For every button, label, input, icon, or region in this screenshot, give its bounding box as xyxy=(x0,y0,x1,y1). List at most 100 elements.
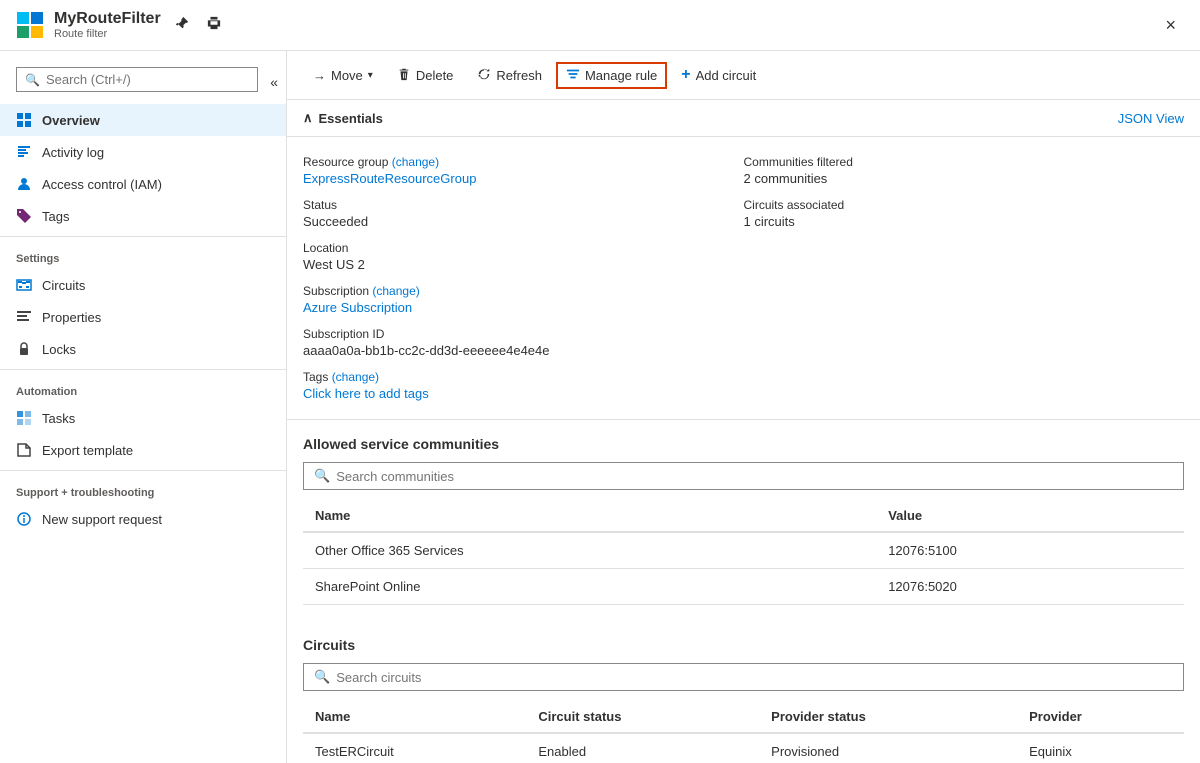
refresh-icon xyxy=(477,67,491,84)
resource-type: Route filter xyxy=(54,28,161,40)
search-icon: 🔍 xyxy=(25,73,40,87)
essentials-left-col: Resource group (change) ExpressRouteReso… xyxy=(303,149,744,407)
sidebar-divider-settings xyxy=(0,236,286,237)
essentials-circuits-associated: Circuits associated 1 circuits xyxy=(744,192,1185,235)
communities-filtered-value: 2 communities xyxy=(744,171,1185,186)
circuits-title: Circuits xyxy=(303,637,1184,653)
essentials-status: Status Succeeded xyxy=(303,192,724,235)
close-button[interactable]: × xyxy=(1157,11,1184,40)
manage-rule-icon xyxy=(566,67,580,84)
tags-icon xyxy=(16,208,32,224)
circuits-col-name: Name xyxy=(303,701,526,733)
essentials-grid: Resource group (change) ExpressRouteReso… xyxy=(287,137,1200,420)
essentials-collapse-icon[interactable]: ∧ xyxy=(303,110,313,126)
json-view-link[interactable]: JSON View xyxy=(1118,111,1184,126)
locks-icon xyxy=(16,341,32,357)
resource-name: MyRouteFilter xyxy=(54,10,161,28)
tags-change-link[interactable]: (change) xyxy=(332,370,379,384)
resource-group-value[interactable]: ExpressRouteResourceGroup xyxy=(303,171,476,186)
access-control-icon xyxy=(16,176,32,192)
print-button[interactable] xyxy=(203,12,225,39)
table-row: SharePoint Online 12076:5020 xyxy=(303,569,1184,605)
circuits-col-provider-status: Provider status xyxy=(759,701,1017,733)
sidebar-item-label: Export template xyxy=(42,443,133,458)
search-communities-box[interactable]: 🔍 xyxy=(303,462,1184,490)
title-bar: MyRouteFilter Route filter × xyxy=(0,0,1200,51)
search-circuits-box[interactable]: 🔍 xyxy=(303,663,1184,691)
sidebar-item-tags[interactable]: Tags xyxy=(0,200,286,232)
resource-group-change-link[interactable]: (change) xyxy=(392,155,439,169)
sidebar-item-label: Tasks xyxy=(42,411,75,426)
communities-col-name: Name xyxy=(303,500,876,532)
add-circuit-icon: + xyxy=(681,66,690,84)
circuit-provider-1: Equinix xyxy=(1017,733,1184,763)
sidebar-search-box[interactable]: 🔍 xyxy=(16,67,258,92)
title-text: MyRouteFilter Route filter xyxy=(54,10,161,40)
tags-value[interactable]: Click here to add tags xyxy=(303,386,429,401)
circuits-section: Circuits 🔍 Name Circuit status Provider … xyxy=(287,621,1200,763)
circuits-col-circuit-status: Circuit status xyxy=(526,701,759,733)
communities-section: Allowed service communities 🔍 Name Value… xyxy=(287,420,1200,621)
essentials-header: ∧ Essentials JSON View xyxy=(287,100,1200,137)
table-row: Other Office 365 Services 12076:5100 xyxy=(303,532,1184,569)
subscription-id-value: aaaa0a0a-bb1b-cc2c-dd3d-eeeeee4e4e4e xyxy=(303,343,724,358)
essentials-location: Location West US 2 xyxy=(303,235,724,278)
sidebar-item-activity-log[interactable]: Activity log xyxy=(0,136,286,168)
community-name-2: SharePoint Online xyxy=(303,569,876,605)
sidebar-divider-support xyxy=(0,470,286,471)
sidebar-item-circuits[interactable]: Circuits xyxy=(0,269,286,301)
move-button[interactable]: → Move ▾ xyxy=(303,63,383,88)
sidebar-item-label: Properties xyxy=(42,310,101,325)
sidebar-item-export-template[interactable]: Export template xyxy=(0,434,286,466)
communities-title: Allowed service communities xyxy=(303,436,1184,452)
sidebar-item-new-support-request[interactable]: New support request xyxy=(0,503,286,535)
table-row: TestERCircuit Enabled Provisioned Equini… xyxy=(303,733,1184,763)
move-icon: → xyxy=(313,68,326,83)
sidebar-item-locks[interactable]: Locks xyxy=(0,333,286,365)
sidebar-item-overview[interactable]: Overview xyxy=(0,104,286,136)
sidebar-item-access-control[interactable]: Access control (IAM) xyxy=(0,168,286,200)
subscription-change-link[interactable]: (change) xyxy=(372,284,419,298)
support-section-label: Support + troubleshooting xyxy=(0,475,286,503)
essentials-title: ∧ Essentials xyxy=(303,110,383,126)
sidebar-item-label: Overview xyxy=(42,113,100,128)
essentials-subscription-id: Subscription ID aaaa0a0a-bb1b-cc2c-dd3d-… xyxy=(303,321,724,364)
collapse-sidebar-button[interactable]: « xyxy=(270,74,278,90)
manage-rule-button[interactable]: Manage rule xyxy=(556,62,667,89)
essentials-right-col: Communities filtered 2 communities Circu… xyxy=(744,149,1185,407)
pin-button[interactable] xyxy=(171,12,193,39)
sidebar-item-label: Access control (IAM) xyxy=(42,177,162,192)
sidebar-item-tasks[interactable]: Tasks xyxy=(0,402,286,434)
search-input[interactable] xyxy=(46,72,249,87)
communities-table: Name Value Other Office 365 Services 120… xyxy=(303,500,1184,605)
search-circuits-input[interactable] xyxy=(336,670,1173,685)
location-value: West US 2 xyxy=(303,257,724,272)
title-bar-left: MyRouteFilter Route filter xyxy=(16,10,225,40)
search-communities-icon: 🔍 xyxy=(314,468,330,484)
circuits-icon xyxy=(16,277,32,293)
community-name-1: Other Office 365 Services xyxy=(303,532,876,569)
essentials-resource-group: Resource group (change) ExpressRouteReso… xyxy=(303,149,724,192)
circuit-provider-status-1: Provisioned xyxy=(759,733,1017,763)
sidebar-item-label: Circuits xyxy=(42,278,85,293)
sidebar-item-properties[interactable]: Properties xyxy=(0,301,286,333)
sidebar-item-label: New support request xyxy=(42,512,162,527)
app-icon xyxy=(16,11,44,39)
refresh-button[interactable]: Refresh xyxy=(467,62,552,89)
sidebar-item-label: Locks xyxy=(42,342,76,357)
essentials-communities-filtered: Communities filtered 2 communities xyxy=(744,149,1185,192)
add-circuit-button[interactable]: + Add circuit xyxy=(671,61,766,89)
community-value-1: 12076:5100 xyxy=(876,532,1184,569)
sidebar-item-label: Activity log xyxy=(42,145,104,160)
circuit-status-1: Enabled xyxy=(526,733,759,763)
activity-log-icon xyxy=(16,144,32,160)
sidebar-divider-automation xyxy=(0,369,286,370)
subscription-value[interactable]: Azure Subscription xyxy=(303,300,412,315)
community-value-2: 12076:5020 xyxy=(876,569,1184,605)
main-layout: 🔍 « Overview Activity log xyxy=(0,51,1200,763)
circuit-name-1: TestERCircuit xyxy=(303,733,526,763)
delete-button[interactable]: Delete xyxy=(387,62,464,89)
overview-icon xyxy=(16,112,32,128)
essentials-subscription: Subscription (change) Azure Subscription xyxy=(303,278,724,321)
search-communities-input[interactable] xyxy=(336,469,1173,484)
